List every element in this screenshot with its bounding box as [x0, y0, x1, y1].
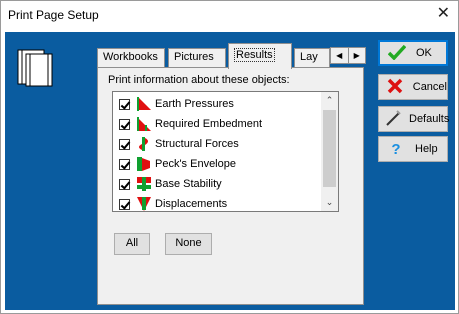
select-all-button[interactable]: All: [114, 233, 150, 255]
tab-scroll-left-icon[interactable]: ◀: [331, 48, 349, 63]
displacements-icon: [137, 197, 151, 211]
checkbox[interactable]: [119, 118, 130, 130]
objects-listbox[interactable]: Earth Pressures Required Embedment Struc…: [112, 91, 339, 212]
scroll-thumb[interactable]: [323, 110, 336, 187]
print-page-setup-dialog: Print Page Setup ✕ Workbooks Pictures Re…: [0, 0, 459, 314]
cancel-button[interactable]: Cancel: [378, 74, 448, 100]
list-scrollbar[interactable]: ⌃ ⌄: [321, 92, 338, 211]
list-item[interactable]: Required Embedment: [119, 114, 262, 134]
pecks-envelope-icon: [137, 157, 150, 171]
checkbox[interactable]: [119, 98, 130, 110]
base-stability-icon: [137, 177, 151, 191]
scroll-up-icon[interactable]: ⌃: [321, 92, 338, 109]
objects-list-label: Print information about these objects:: [108, 74, 290, 86]
scroll-down-icon[interactable]: ⌄: [321, 194, 338, 211]
page-setup-icon: [17, 49, 53, 87]
defaults-button[interactable]: Defaults: [378, 106, 449, 132]
close-icon[interactable]: ✕: [437, 5, 450, 23]
list-item[interactable]: Earth Pressures: [119, 94, 234, 114]
checkmark-icon: [386, 44, 408, 63]
help-button[interactable]: ? Help: [378, 136, 448, 162]
tab-workbooks[interactable]: Workbooks: [97, 48, 165, 68]
required-embedment-icon: [137, 117, 151, 131]
tab-scroll-right-icon[interactable]: ▶: [349, 48, 366, 63]
tab-layout[interactable]: Lay: [294, 48, 330, 68]
checkbox[interactable]: [119, 158, 130, 170]
wand-icon: [385, 109, 401, 129]
ok-button[interactable]: OK: [378, 40, 448, 66]
cross-icon: [385, 78, 405, 97]
tab-pictures[interactable]: Pictures: [168, 48, 226, 68]
structural-forces-icon: [139, 137, 148, 151]
checkbox[interactable]: [119, 138, 130, 150]
checkbox[interactable]: [119, 178, 130, 190]
dialog-client-area: Workbooks Pictures Results Lay ◀ ▶ Print…: [5, 32, 455, 310]
select-none-button[interactable]: None: [165, 233, 212, 255]
tab-scroll-arrows: ◀ ▶: [330, 47, 366, 64]
earth-pressures-icon: [137, 97, 151, 111]
results-tab-panel: Print information about these objects: E…: [97, 67, 364, 305]
question-mark-icon: ?: [391, 140, 401, 158]
list-item[interactable]: Peck's Envelope: [119, 154, 236, 174]
list-item[interactable]: Structural Forces: [119, 134, 239, 154]
window-title: Print Page Setup: [8, 8, 99, 22]
checkbox[interactable]: [119, 198, 130, 210]
list-item[interactable]: Base Stability: [119, 174, 222, 194]
tab-results[interactable]: Results: [228, 43, 292, 69]
list-item[interactable]: Displacements: [119, 194, 227, 211]
title-bar: Print Page Setup ✕: [1, 1, 458, 29]
